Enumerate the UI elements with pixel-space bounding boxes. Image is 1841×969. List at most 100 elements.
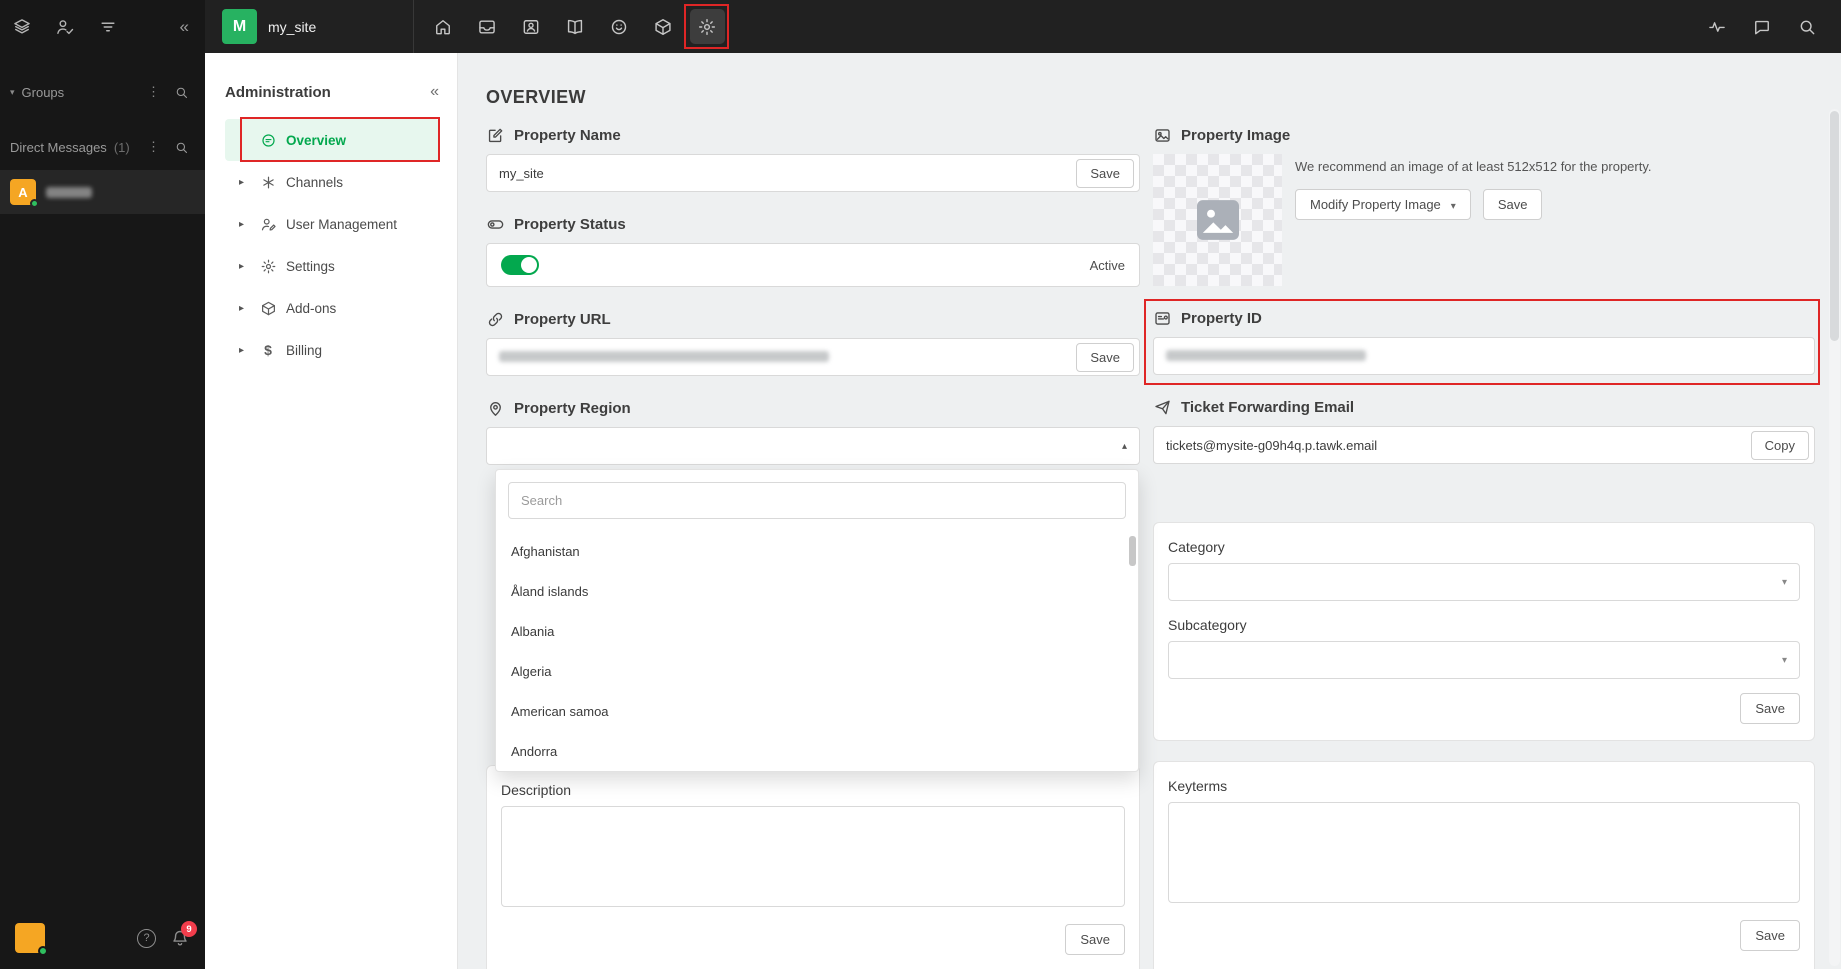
region-option[interactable]: Algeria bbox=[496, 651, 1138, 691]
expander-icon[interactable]: ▸ bbox=[239, 219, 250, 230]
dm-name-redacted bbox=[46, 186, 92, 198]
categorization-card: Category ▾ Subcategory ▾ Save bbox=[1153, 522, 1815, 741]
page-scrollbar[interactable] bbox=[1829, 109, 1840, 966]
groups-icon[interactable] bbox=[12, 17, 32, 37]
ticket-email-copy-button[interactable]: Copy bbox=[1750, 430, 1809, 460]
panel-collapse-icon[interactable]: « bbox=[430, 83, 439, 101]
sidebar-item-label: Settings bbox=[286, 258, 335, 274]
property-name-input[interactable]: my_site bbox=[499, 166, 1076, 181]
region-option[interactable]: Åland islands bbox=[496, 571, 1138, 611]
top-bar: M my_site bbox=[205, 0, 1841, 53]
activity-icon[interactable] bbox=[1707, 17, 1727, 37]
property-status-label: Property Status bbox=[514, 215, 626, 233]
property-status-card: Active bbox=[486, 243, 1140, 287]
sidebar-item-overview[interactable]: Overview bbox=[225, 119, 439, 161]
settings-menu-icon bbox=[259, 257, 277, 275]
dm-list-item[interactable]: A bbox=[0, 170, 205, 214]
region-option[interactable]: American samoa bbox=[496, 691, 1138, 731]
main-content: OVERVIEW Property Name my_site Save Prop… bbox=[458, 53, 1841, 969]
property-image-save-button[interactable]: Save bbox=[1482, 188, 1543, 220]
nav-chatbot[interactable] bbox=[597, 0, 641, 53]
category-select[interactable]: ▾ bbox=[1168, 563, 1800, 601]
property-url-icon bbox=[486, 310, 505, 329]
categorization-save-button[interactable]: Save bbox=[1740, 693, 1800, 724]
settings-icon bbox=[697, 17, 717, 37]
property-image-preview bbox=[1153, 154, 1282, 286]
dm-section-header[interactable]: Direct Messages (1) ⋮ bbox=[0, 132, 205, 162]
property-name-icon bbox=[486, 126, 505, 145]
property-id-icon bbox=[1153, 309, 1172, 328]
status-toggle[interactable] bbox=[501, 255, 539, 275]
description-label: Description bbox=[501, 782, 572, 798]
property-region-select[interactable]: ▴ bbox=[486, 427, 1140, 465]
left-rail: « ▾ Groups ⋮ Direct Messages (1) ⋮ A ? 9 bbox=[0, 0, 205, 969]
nav-contacts[interactable] bbox=[509, 0, 553, 53]
help-icon[interactable]: ? bbox=[137, 928, 156, 948]
messages-icon[interactable] bbox=[1752, 17, 1772, 37]
image-placeholder-icon bbox=[1196, 200, 1239, 240]
nav-knowledge-base[interactable] bbox=[553, 0, 597, 53]
groups-kebab-icon[interactable]: ⋮ bbox=[147, 84, 160, 100]
nav-settings[interactable] bbox=[685, 0, 729, 53]
primary-nav bbox=[421, 0, 729, 53]
filter-icon[interactable] bbox=[98, 17, 118, 37]
region-dropdown: Afghanistan Åland islands Albania Algeri… bbox=[495, 469, 1139, 772]
left-column: Property Name my_site Save Property Stat… bbox=[486, 123, 1140, 969]
description-card: Description Save bbox=[486, 765, 1140, 969]
expander-icon[interactable]: ▸ bbox=[239, 303, 250, 314]
dropdown-scrollbar[interactable] bbox=[1129, 536, 1136, 566]
keyterms-save-button[interactable]: Save bbox=[1740, 920, 1800, 951]
notification-badge: 9 bbox=[181, 921, 197, 937]
property-id-label: Property ID bbox=[1181, 309, 1262, 327]
property-name-field: my_site Save bbox=[486, 154, 1140, 192]
dm-label: Direct Messages bbox=[10, 139, 107, 155]
description-save-button[interactable]: Save bbox=[1065, 924, 1125, 955]
dm-search-icon[interactable] bbox=[174, 140, 189, 155]
page-scrollbar-thumb[interactable] bbox=[1830, 111, 1839, 341]
chevron-down-icon[interactable]: ▾ bbox=[10, 87, 15, 98]
subcategory-select[interactable]: ▾ bbox=[1168, 641, 1800, 679]
region-option[interactable]: Andorra bbox=[496, 731, 1138, 771]
profile-avatar[interactable] bbox=[15, 923, 48, 956]
expander-icon[interactable]: ▸ bbox=[239, 345, 250, 356]
administration-panel: Administration « Overview ▸ Channels ▸ U… bbox=[205, 53, 458, 969]
description-textarea[interactable] bbox=[501, 806, 1125, 907]
property-url-redacted bbox=[499, 350, 829, 362]
sidebar-item-billing[interactable]: ▸ $ Billing bbox=[225, 329, 439, 371]
global-search-icon[interactable] bbox=[1797, 17, 1817, 37]
nav-inbox[interactable] bbox=[465, 0, 509, 53]
dm-kebab-icon[interactable]: ⋮ bbox=[147, 139, 160, 155]
groups-search-icon[interactable] bbox=[174, 85, 189, 100]
expander-icon[interactable]: ▸ bbox=[239, 261, 250, 272]
nav-apps[interactable] bbox=[641, 0, 685, 53]
region-search-input[interactable] bbox=[508, 482, 1126, 519]
property-region-icon bbox=[486, 399, 505, 418]
ticket-email-field: tickets@mysite-g09h4q.p.tawk.email Copy bbox=[1153, 426, 1815, 464]
ticket-email-icon bbox=[1153, 398, 1172, 417]
region-option[interactable]: Albania bbox=[496, 611, 1138, 651]
agents-icon[interactable] bbox=[55, 17, 75, 37]
sidebar-item-user-management[interactable]: ▸ User Management bbox=[225, 203, 439, 245]
workspace-name: my_site bbox=[268, 18, 317, 35]
chevron-down-icon: ▾ bbox=[1781, 654, 1787, 666]
expander-icon[interactable]: ▸ bbox=[239, 177, 250, 188]
property-name-save-button[interactable]: Save bbox=[1076, 158, 1134, 188]
status-state: Active bbox=[1089, 257, 1125, 273]
notifications-button[interactable]: 9 bbox=[170, 921, 197, 948]
sidebar-item-channels[interactable]: ▸ Channels bbox=[225, 161, 439, 203]
sidebar-item-settings[interactable]: ▸ Settings bbox=[225, 245, 439, 287]
sidebar-item-add-ons[interactable]: ▸ Add-ons bbox=[225, 287, 439, 329]
rail-collapse-icon[interactable]: « bbox=[180, 18, 189, 35]
ticket-email-label: Ticket Forwarding Email bbox=[1181, 398, 1355, 416]
modify-property-image-button[interactable]: Modify Property Image ▾ bbox=[1295, 188, 1471, 220]
keyterms-textarea[interactable] bbox=[1168, 802, 1800, 903]
sidebar-item-label: Channels bbox=[286, 174, 344, 190]
add-ons-icon bbox=[259, 299, 277, 317]
property-url-save-button[interactable]: Save bbox=[1076, 342, 1134, 372]
region-option[interactable]: Afghanistan bbox=[496, 531, 1138, 571]
workspace-switcher[interactable]: M my_site bbox=[222, 0, 316, 53]
groups-section-header[interactable]: ▾ Groups ⋮ bbox=[0, 77, 205, 107]
divider bbox=[413, 0, 414, 53]
nav-home[interactable] bbox=[421, 0, 465, 53]
user-management-icon bbox=[259, 215, 277, 233]
